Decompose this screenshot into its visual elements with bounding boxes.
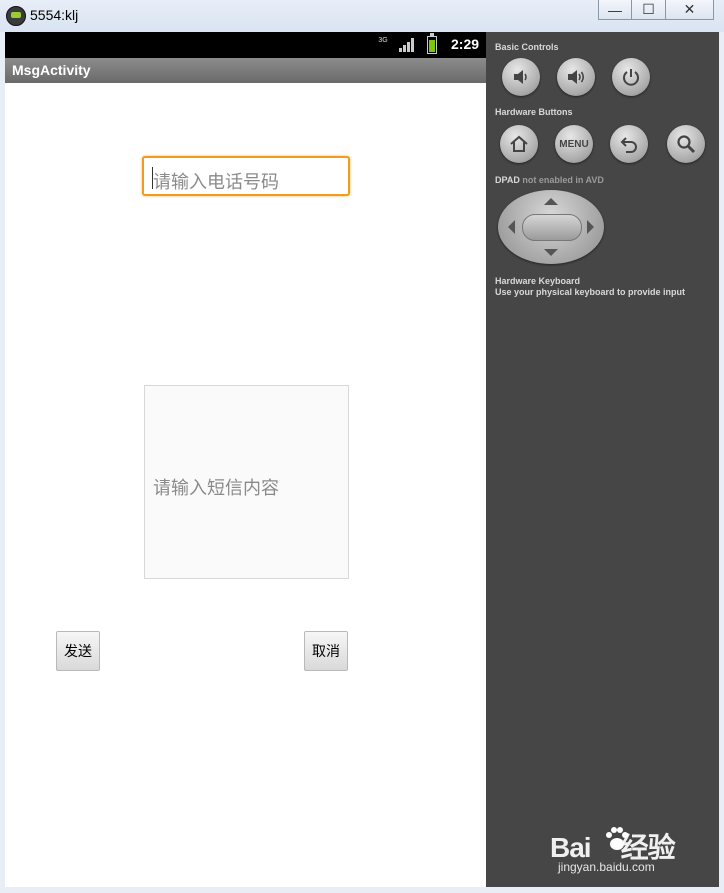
dpad-center-button[interactable] xyxy=(522,214,582,241)
dpad-control[interactable] xyxy=(498,190,604,264)
search-button[interactable] xyxy=(667,125,705,163)
phone-number-placeholder: 请输入电话号码 xyxy=(153,172,279,193)
home-icon xyxy=(510,135,528,152)
volume-down-button[interactable] xyxy=(502,58,540,96)
hardware-buttons-title: Hardware Buttons xyxy=(495,107,573,117)
network-3g-icon: 3G xyxy=(378,37,388,44)
window-controls: — ☐ ✕ xyxy=(598,0,714,20)
volume-down-icon xyxy=(514,70,527,84)
menu-label: MENU xyxy=(559,138,589,150)
hardware-keyboard-section: Hardware Keyboard Use your physical keyb… xyxy=(495,276,685,298)
emulator-controls-panel: Basic Controls Hardware Buttons MENU DPA… xyxy=(486,32,719,887)
paw-icon xyxy=(606,827,628,850)
cancel-button[interactable]: 取消 xyxy=(304,631,348,671)
activity-title-bar: MsgActivity xyxy=(5,58,486,83)
close-button[interactable]: ✕ xyxy=(666,0,714,20)
basic-controls-title: Basic Controls xyxy=(495,42,559,52)
dpad-title: DPAD not enabled in AVD xyxy=(495,175,604,185)
maximize-button[interactable]: ☐ xyxy=(632,0,666,20)
signal-bars-icon xyxy=(399,38,415,52)
window-titlebar[interactable]: 5554:klj — ☐ ✕ xyxy=(0,0,724,32)
battery-icon xyxy=(427,33,437,54)
send-button[interactable]: 发送 xyxy=(56,631,100,671)
status-clock: 2:29 xyxy=(451,36,480,52)
hardware-keyboard-note: Use your physical keyboard to provide in… xyxy=(495,287,686,297)
power-icon xyxy=(623,69,639,86)
dpad-label: DPAD xyxy=(495,175,520,185)
message-content-placeholder: 请输入短信内容 xyxy=(153,478,279,499)
menu-button[interactable]: MENU xyxy=(555,125,593,163)
dpad-down-arrow-icon[interactable] xyxy=(544,249,558,256)
volume-up-icon xyxy=(568,70,585,84)
volume-up-button[interactable] xyxy=(557,58,595,96)
emulator-frame: 3G 2:29 MsgActivity 请输入电话号码 请输入短信内容 发送 取… xyxy=(5,32,719,887)
phone-number-input[interactable]: 请输入电话号码 xyxy=(142,156,350,196)
watermark-url: jingyan.baidu.com xyxy=(558,860,655,874)
minimize-button[interactable]: — xyxy=(598,0,632,20)
home-button[interactable] xyxy=(500,125,538,163)
search-icon xyxy=(677,135,696,154)
dpad-note: not enabled in AVD xyxy=(522,175,604,185)
baidu-watermark: Bai 经验 jingyan.baidu.com xyxy=(550,826,720,876)
dpad-up-arrow-icon[interactable] xyxy=(544,198,558,205)
power-button[interactable] xyxy=(612,58,650,96)
activity-title: MsgActivity xyxy=(12,62,91,78)
status-bar: 3G 2:29 xyxy=(5,32,486,58)
window-title: 5554:klj xyxy=(30,7,79,23)
emulator-app-icon xyxy=(6,6,26,26)
message-content-input[interactable]: 请输入短信内容 xyxy=(144,385,349,579)
dpad-right-arrow-icon[interactable] xyxy=(587,220,594,234)
device-screen: 3G 2:29 MsgActivity 请输入电话号码 请输入短信内容 发送 取… xyxy=(5,32,486,887)
back-arrow-icon xyxy=(620,137,637,153)
back-button[interactable] xyxy=(610,125,648,163)
hardware-keyboard-title: Hardware Keyboard xyxy=(495,276,581,286)
dpad-left-arrow-icon[interactable] xyxy=(508,220,515,234)
